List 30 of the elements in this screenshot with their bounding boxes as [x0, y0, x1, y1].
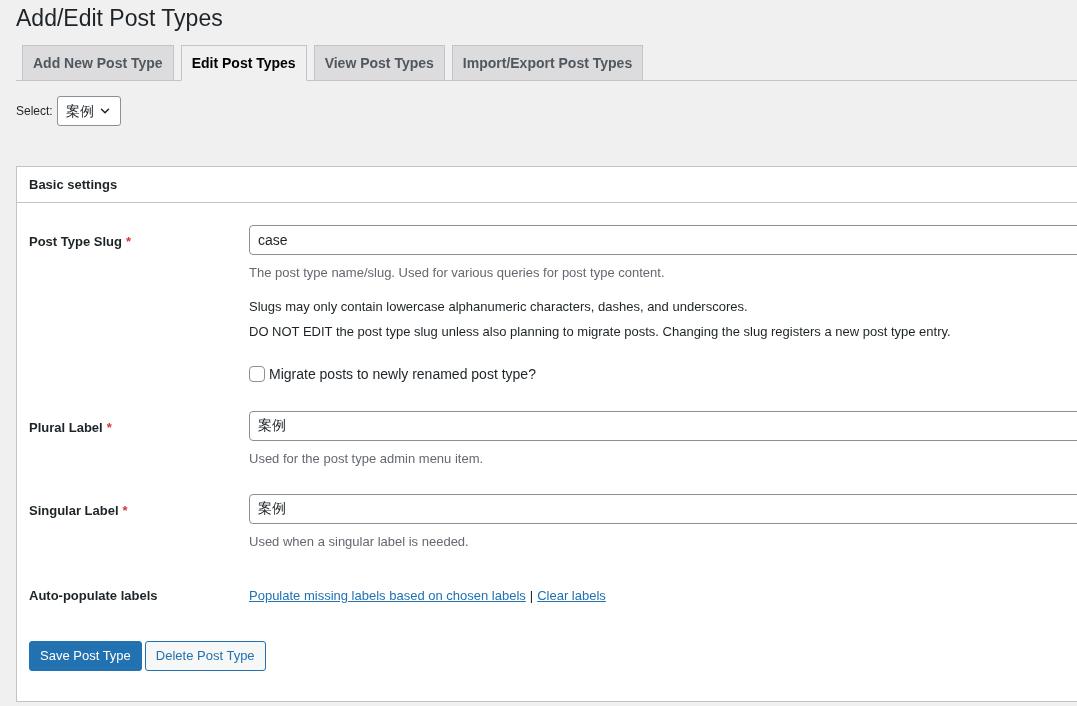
panel-title: Basic settings [29, 175, 118, 194]
text-input[interactable]: 案例 [249, 494, 1077, 524]
post-type-select[interactable]: 案例 [56, 96, 121, 126]
checkbox-label: Migrate posts to newly renamed post type? [269, 364, 536, 384]
note-text: Slugs may only contain lowercase alphanumeric characters, dashes, and underscores. [249, 297, 749, 316]
delete-button[interactable]: Delete Post Type [144, 641, 266, 671]
note-text: DO NOT EDIT the post type slug unless also planning to migrate posts. Changing the slug registers a new post type entry. [249, 323, 952, 341]
required-mark: * [122, 503, 128, 518]
separator: | [529, 586, 534, 605]
save-button[interactable]: Save Post Type [29, 641, 142, 671]
select-label: Select: [16, 103, 53, 120]
text-input[interactable]: case [249, 225, 1077, 255]
link[interactable]: Clear labels [537, 585, 606, 605]
checkbox[interactable] [249, 366, 265, 382]
text-input[interactable]: 案例 [249, 410, 1077, 441]
field-label: Plural Label * [29, 419, 112, 435]
page-title: Add/Edit Post Types [16, 4, 224, 33]
link[interactable]: Populate missing labels based on chosen labels [249, 585, 526, 605]
tab[interactable]: Import/Export Post Types [451, 45, 644, 80]
help-text: Used for the post type admin menu item. [249, 449, 485, 468]
tab[interactable]: Edit Post Types [180, 45, 307, 81]
field-label: Singular Label * [29, 503, 128, 518]
help-text: Used when a singular label is needed. [249, 533, 470, 551]
field-label: Auto-populate labels [29, 587, 158, 603]
required-mark: * [106, 419, 112, 435]
help-text: The post type name/slug. Used for various queries for post type content. [249, 264, 666, 282]
tab[interactable]: Add New Post Type [22, 45, 174, 80]
tab[interactable]: View Post Types [313, 45, 445, 80]
field-label: Post Type Slug * [29, 234, 131, 249]
required-mark: * [125, 234, 131, 249]
